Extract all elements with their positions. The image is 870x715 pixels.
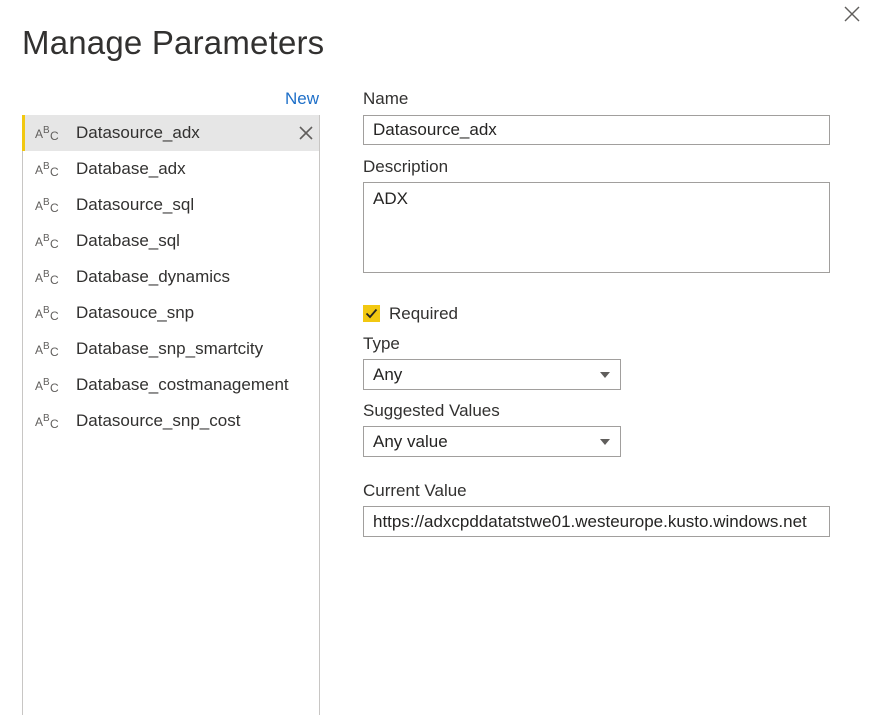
svg-text:A: A xyxy=(35,127,43,141)
page-title: Manage Parameters xyxy=(22,24,325,61)
parameter-label: Datasouce_snp xyxy=(76,303,195,322)
close-button[interactable] xyxy=(842,4,862,24)
svg-text:B: B xyxy=(43,197,50,208)
suggested-values-dropdown[interactable]: Any value xyxy=(363,426,621,457)
parameter-item[interactable]: A B C Database_adx xyxy=(22,151,319,187)
current-value-label: Current Value xyxy=(363,481,467,500)
parameter-item[interactable]: A B C Database_dynamics xyxy=(22,259,319,295)
svg-text:B: B xyxy=(43,377,50,388)
required-label[interactable]: Required xyxy=(389,304,458,324)
parameter-list: A B C Datasource_adx A B C Database_adx … xyxy=(22,115,320,715)
svg-text:C: C xyxy=(50,237,59,250)
parameter-label: Database_sql xyxy=(76,231,180,250)
svg-text:A: A xyxy=(35,307,43,321)
svg-text:C: C xyxy=(50,165,59,178)
required-checkbox[interactable] xyxy=(363,305,380,322)
description-label: Description xyxy=(363,157,449,176)
parameter-label: Datasource_snp_cost xyxy=(76,411,241,430)
text-type-icon: A B C xyxy=(35,197,59,214)
svg-text:A: A xyxy=(35,343,43,357)
text-type-icon: A B C xyxy=(35,269,59,286)
parameter-item[interactable]: A B C Datasource_sql xyxy=(22,187,319,223)
parameter-item[interactable]: A B C Database_snp_smartcity xyxy=(22,331,319,367)
svg-text:A: A xyxy=(35,379,43,393)
parameter-label: Datasource_adx xyxy=(76,123,200,142)
parameter-label: Database_adx xyxy=(76,159,186,178)
parameter-label: Database_dynamics xyxy=(76,267,231,286)
checkmark-icon xyxy=(365,308,378,319)
parameter-label: Datasource_sql xyxy=(76,195,195,214)
text-type-icon: A B C xyxy=(35,233,59,250)
text-type-icon: A B C xyxy=(35,377,59,394)
svg-text:C: C xyxy=(50,381,59,394)
text-type-icon: A B C xyxy=(35,341,59,358)
svg-text:A: A xyxy=(35,235,43,249)
text-type-icon: A B C xyxy=(35,125,59,142)
parameter-item[interactable]: A B C Datasource_snp_cost xyxy=(22,403,319,439)
parameter-label: Database_snp_smartcity xyxy=(76,339,264,358)
description-field[interactable]: ADX xyxy=(363,182,830,273)
text-type-icon: A B C xyxy=(35,413,59,430)
svg-text:C: C xyxy=(50,345,59,358)
svg-text:B: B xyxy=(43,233,50,244)
svg-text:C: C xyxy=(50,129,59,142)
chevron-down-icon xyxy=(600,439,610,445)
svg-text:A: A xyxy=(35,199,43,213)
name-label: Name xyxy=(363,89,409,108)
svg-text:A: A xyxy=(35,271,43,285)
svg-text:C: C xyxy=(50,273,59,286)
svg-text:B: B xyxy=(43,161,50,172)
current-value-field[interactable] xyxy=(363,506,830,537)
new-parameter-link[interactable]: New xyxy=(285,89,319,109)
parameter-item[interactable]: A B C Database_sql xyxy=(22,223,319,259)
parameter-item[interactable]: A B C Datasouce_snp xyxy=(22,295,319,331)
text-type-icon: A B C xyxy=(35,305,59,322)
svg-text:C: C xyxy=(50,417,59,430)
suggested-values-dropdown-value: Any value xyxy=(373,432,448,451)
close-icon xyxy=(844,6,860,22)
svg-text:B: B xyxy=(43,305,50,316)
parameter-item[interactable]: A B C Database_costmanagement xyxy=(22,367,319,403)
suggested-values-label: Suggested Values xyxy=(363,401,500,420)
svg-text:A: A xyxy=(35,415,43,429)
svg-text:B: B xyxy=(43,413,50,424)
type-label: Type xyxy=(363,334,400,353)
parameter-label: Database_costmanagement xyxy=(76,375,289,394)
svg-text:A: A xyxy=(35,163,43,177)
chevron-down-icon xyxy=(600,372,610,378)
type-dropdown[interactable]: Any xyxy=(363,359,621,390)
name-field[interactable] xyxy=(363,115,830,145)
text-type-icon: A B C xyxy=(35,161,59,178)
svg-text:B: B xyxy=(43,125,50,136)
svg-text:B: B xyxy=(43,269,50,280)
svg-text:B: B xyxy=(43,341,50,352)
svg-text:C: C xyxy=(50,309,59,322)
svg-text:C: C xyxy=(50,201,59,214)
type-dropdown-value: Any xyxy=(373,365,403,384)
remove-icon[interactable] xyxy=(299,126,313,140)
parameter-item[interactable]: A B C Datasource_adx xyxy=(22,115,319,151)
